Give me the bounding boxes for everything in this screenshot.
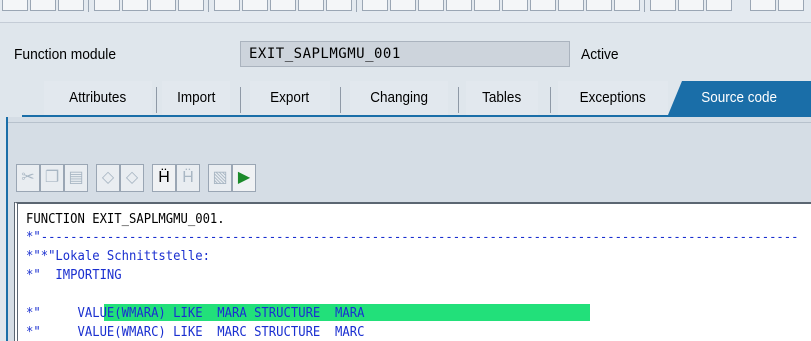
toolbar-button[interactable] [150,0,176,11]
status-text: Active [581,46,619,63]
toolbar-button[interactable] [530,0,556,11]
copy-icon[interactable]: ❐ [40,164,64,192]
toolbar-button[interactable] [214,0,240,11]
find-icon[interactable]: Ḧ [152,164,176,192]
tab-divider [240,87,241,113]
application-toolbar [0,0,811,23]
function-module-label: Function module [14,46,117,63]
cut-icon[interactable]: ✂ [16,164,40,192]
toolbar-button[interactable] [586,0,612,11]
toolbar-button[interactable] [58,0,84,11]
toolbar-separator [208,0,209,12]
toolbar-button[interactable] [362,0,388,11]
code-line: FUNCTION EXIT_SAPLMGMU_001. [26,212,225,227]
tab-label: Exceptions [579,89,647,106]
pattern-icon[interactable]: ▶ [232,164,256,192]
toolbar-button[interactable] [178,0,204,11]
code-line: *" VALUE(WMARC) LIKE MARC STRUCTURE MARC [26,325,365,340]
tab-divider [550,87,551,113]
toolbar-button[interactable] [778,0,804,11]
function-module-field[interactable]: EXIT_SAPLMGMU_001 [240,41,570,67]
tab-label: Source code [701,89,778,106]
tab-exceptions[interactable]: Exceptions [558,81,668,115]
toolbar-button[interactable] [750,0,776,11]
toolbar-separator [88,0,89,12]
code-line: *" VALUE(WMARA) LIKE MARA STRUCTURE MARA [26,306,365,321]
tab-divider [340,87,341,113]
toolbar-button[interactable] [298,0,324,11]
toolbar-button[interactable] [706,0,732,11]
tab-label: Changing [370,89,428,106]
toolbar-button[interactable] [242,0,268,11]
toolbar-button[interactable] [418,0,444,11]
find-next-icon[interactable]: Ḧ [176,164,200,192]
source-code-editor[interactable]: FUNCTION EXIT_SAPLMGMU_001. *"----------… [14,202,811,341]
toolbar-separator [356,0,357,12]
toolbar-button[interactable] [270,0,296,11]
paste-icon[interactable]: ▤ [64,164,88,192]
insert-statement-icon[interactable]: ▧ [208,164,232,192]
code-line: *"*"Lokale Schnittstelle: [26,249,210,264]
tab-import[interactable]: Import [162,81,230,115]
toolbar-separator [644,0,645,12]
toolbar-button[interactable] [30,0,56,11]
toolbar-button[interactable] [474,0,500,11]
toolbar-button[interactable] [614,0,640,11]
tab-label: Attributes [69,89,127,106]
tab-strip: Attributes Import Export Changing Tables… [0,81,811,117]
tab-tables[interactable]: Tables [466,81,538,115]
toolbar-button[interactable] [678,0,704,11]
code-line: *"--------------------------------------… [26,230,799,245]
tab-label: Export [270,89,310,106]
toolbar-button[interactable] [122,0,148,11]
undo-icon[interactable]: ◇ [96,164,120,192]
tab-changing[interactable]: Changing [350,81,448,115]
toolbar-button[interactable] [94,0,120,11]
tab-attributes[interactable]: Attributes [44,81,152,115]
tab-divider [458,87,459,113]
tab-source-code[interactable]: Source code [668,81,811,115]
code-line: *" IMPORTING [26,268,122,283]
tab-export[interactable]: Export [250,81,330,115]
toolbar-button[interactable] [558,0,584,11]
toolbar-button[interactable] [446,0,472,11]
toolbar-button[interactable] [390,0,416,11]
panel-divider [8,122,811,123]
toolbar-button[interactable] [2,0,28,11]
tab-label: Tables [482,89,522,106]
tab-divider [156,87,157,113]
redo-icon[interactable]: ◇ [120,164,144,192]
toolbar-button[interactable] [326,0,352,11]
toolbar-button[interactable] [650,0,676,11]
toolbar-button[interactable] [502,0,528,11]
tab-label: Import [176,89,216,106]
